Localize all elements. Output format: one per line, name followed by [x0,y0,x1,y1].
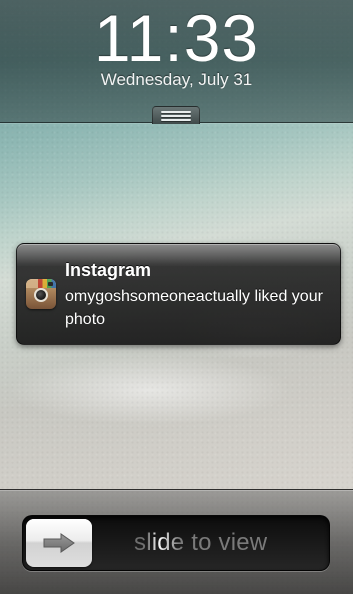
unlock-slider-track[interactable]: slide to view [22,515,330,571]
grabber-line [161,111,191,113]
clock-date: Wednesday, July 31 [100,70,253,89]
instagram-app-icon [26,279,56,309]
clock-time: 11:33 [93,1,260,75]
camera-grabber-handle[interactable] [152,106,200,124]
lock-screen: 11:33 Wednesday, July 31 Instagram omygo… [0,0,353,594]
notification-banner[interactable]: Instagram omygoshsomeoneactually liked y… [16,243,341,345]
notification-app-name: Instagram [65,260,152,280]
unlock-slider-label: slide to view [134,529,268,556]
notification-message: omygoshsomeoneactually liked your photo [65,288,323,328]
unlock-slider-knob[interactable] [26,519,92,567]
arrow-right-icon [43,533,75,553]
clock-bar: 11:33 Wednesday, July 31 [0,0,353,123]
grabber-line [161,119,191,121]
unlock-bar: slide to view [0,489,353,594]
grabber-line [161,115,191,117]
